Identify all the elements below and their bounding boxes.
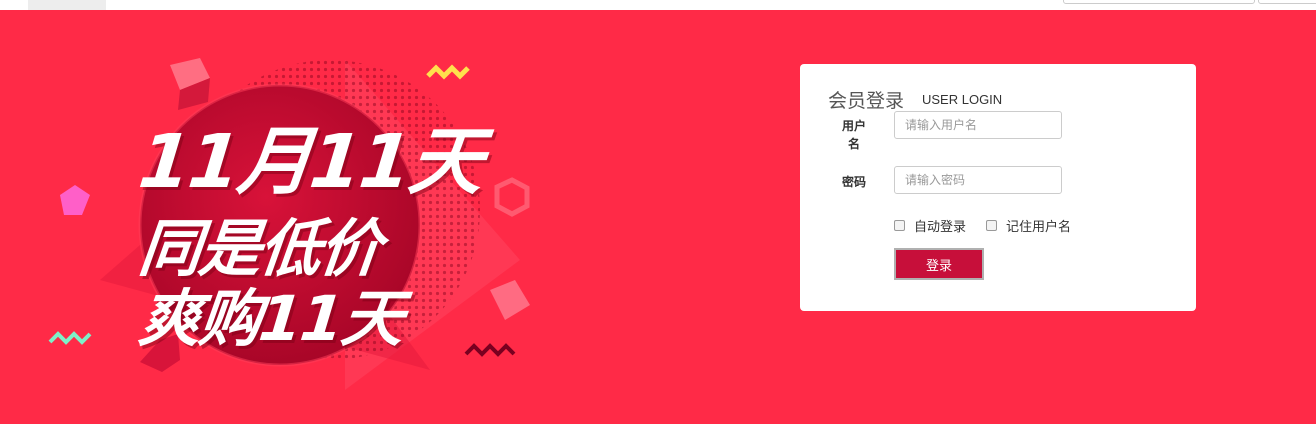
top-nav-strip (0, 0, 1316, 10)
remember-username-option[interactable]: 记住用户名 (986, 216, 1071, 235)
auto-login-label: 自动登录 (914, 219, 967, 234)
bottom-divider (0, 424, 1316, 435)
promo-graphic: 11月11天 同是低价 爽购11天 (0, 10, 620, 424)
nav-tab[interactable] (28, 0, 106, 10)
promo-headline-line3: 爽购11天 (135, 282, 406, 355)
search-button[interactable] (1258, 0, 1316, 4)
password-input[interactable] (894, 166, 1062, 194)
username-input[interactable] (894, 111, 1062, 139)
promo-headline-line1: 11月11天 (134, 119, 486, 205)
remember-username-checkbox[interactable] (986, 220, 997, 231)
password-label: 密码 (841, 175, 866, 189)
login-title: 会员登录 (828, 91, 905, 112)
remember-username-label: 记住用户名 (1006, 219, 1072, 234)
promo-banner: 11月11天 同是低价 爽购11天 会员登录 USER LOGIN 用户名 密码… (0, 10, 1316, 424)
auto-login-checkbox[interactable] (894, 220, 905, 231)
login-subtitle: USER LOGIN (922, 92, 1003, 107)
search-input[interactable] (1063, 0, 1255, 4)
login-button[interactable]: 登录 (894, 248, 984, 280)
login-panel: 会员登录 USER LOGIN 用户名 密码 自动登录 记住用户名 登录 (800, 64, 1196, 311)
auto-login-option[interactable]: 自动登录 (894, 216, 966, 235)
username-label: 用户名 (841, 119, 866, 151)
